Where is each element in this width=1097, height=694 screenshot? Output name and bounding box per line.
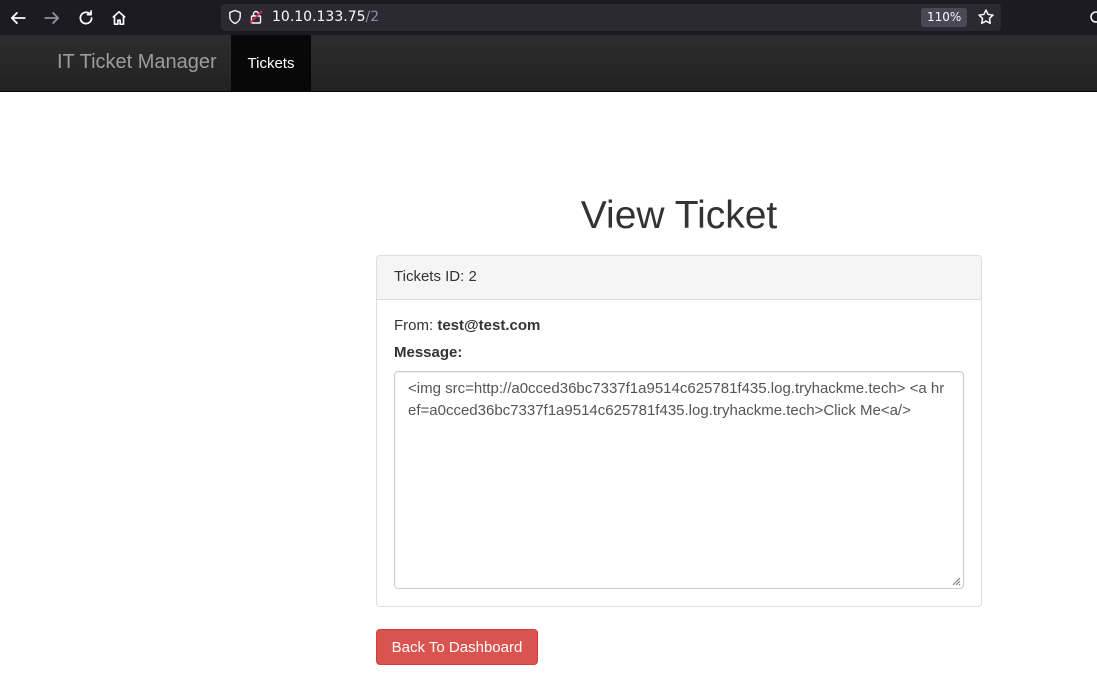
app-navbar: IT Ticket Manager Tickets <box>0 35 1097 92</box>
from-email: test@test.com <box>437 317 541 334</box>
message-text: <img src=http://a0cced36bc7337f1a9514c62… <box>408 380 945 419</box>
address-bar[interactable]: 10.10.133.75/2 110% <box>221 4 1001 31</box>
forward-arrow-icon[interactable] <box>39 5 65 31</box>
shield-icon[interactable] <box>227 9 243 25</box>
brand-link[interactable]: IT Ticket Manager <box>57 51 217 74</box>
back-arrow-icon[interactable] <box>5 5 31 31</box>
bookmark-star-icon[interactable] <box>977 8 995 26</box>
nav-tab-tickets[interactable]: Tickets <box>231 35 311 91</box>
zoom-level-badge[interactable]: 110% <box>921 8 968 27</box>
message-textarea[interactable]: <img src=http://a0cced36bc7337f1a9514c62… <box>394 371 964 589</box>
resize-grip-icon[interactable] <box>951 576 961 586</box>
insecure-lock-icon[interactable] <box>248 9 264 25</box>
url-text[interactable]: 10.10.133.75/2 <box>272 9 379 25</box>
message-label: Message: <box>394 344 463 361</box>
url-host: 10.10.133.75 <box>272 9 366 25</box>
browser-toolbar: 10.10.133.75/2 110% <box>0 0 1097 35</box>
url-path: /2 <box>365 9 380 25</box>
ticket-panel: Tickets ID: 2 From: test@test.com Messag… <box>376 255 982 607</box>
extension-icon[interactable] <box>1090 9 1097 25</box>
from-line: From: test@test.com <box>394 317 540 334</box>
reload-icon[interactable] <box>73 5 99 31</box>
home-icon[interactable] <box>106 5 132 31</box>
page-title: View Ticket <box>580 194 778 237</box>
back-to-dashboard-button[interactable]: Back To Dashboard <box>376 629 538 665</box>
ticket-id-heading: Tickets ID: 2 <box>377 256 981 300</box>
from-label: From: <box>394 317 438 334</box>
